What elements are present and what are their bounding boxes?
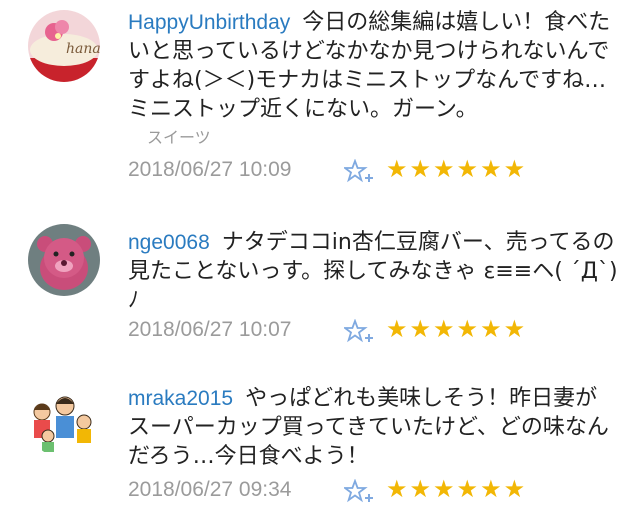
pink-bear-avatar-image (28, 224, 100, 296)
comment-meta: 2018/06/27 09:34 ★★★★★★ (128, 475, 628, 508)
comment-item: nge0068 ナタデココin杏仁豆腐バー、売ってるの見たことないっす。探してみな… (0, 190, 640, 350)
username-link[interactable]: mraka2015 (128, 387, 233, 410)
avatar[interactable] (28, 386, 100, 458)
avatar-caption: hana (66, 41, 100, 57)
username-link[interactable]: HappyUnbirthday (128, 11, 290, 34)
category-tag[interactable]: スイーツ (147, 124, 211, 148)
timestamp: 2018/06/27 10:09 (128, 158, 292, 181)
star-rating-icon: ★★★★★★ (386, 315, 528, 343)
star-plus-icon[interactable] (344, 479, 374, 505)
comment-item: mraka2015 やっぱどれも美味しそう！昨日妻がスーパーカップ買ってきていたけ… (0, 350, 640, 508)
star-rating-icon: ★★★★★★ (386, 475, 528, 503)
comment-body: HappyUnbirthday 今日の総集編は嬉しい！食べたいと思っているけどなか… (128, 8, 618, 124)
comment-meta: 2018/06/27 10:09 ★★★★★★ (128, 155, 628, 188)
avatar[interactable] (28, 224, 100, 296)
star-plus-icon[interactable] (344, 159, 374, 185)
comment-item: hana HappyUnbirthday 今日の総集編は嬉しい！食べたいと思ってい… (0, 0, 640, 190)
comment-body: mraka2015 やっぱどれも美味しそう！昨日妻がスーパーカップ買ってきていたけ… (128, 384, 618, 471)
username-link[interactable]: nge0068 (128, 231, 210, 254)
star-rating-icon: ★★★★★★ (386, 155, 528, 183)
avatar[interactable]: hana (28, 10, 100, 82)
comment-meta: 2018/06/27 10:07 ★★★★★★ (128, 315, 628, 348)
cupcake-avatar-image: hana (28, 10, 100, 82)
family-drawing-avatar-image (28, 386, 100, 458)
star-plus-icon[interactable] (344, 319, 374, 345)
timestamp: 2018/06/27 10:07 (128, 318, 292, 341)
timestamp: 2018/06/27 09:34 (128, 478, 292, 501)
comment-body: nge0068 ナタデココin杏仁豆腐バー、売ってるの見たことないっす。探してみな… (128, 228, 618, 315)
